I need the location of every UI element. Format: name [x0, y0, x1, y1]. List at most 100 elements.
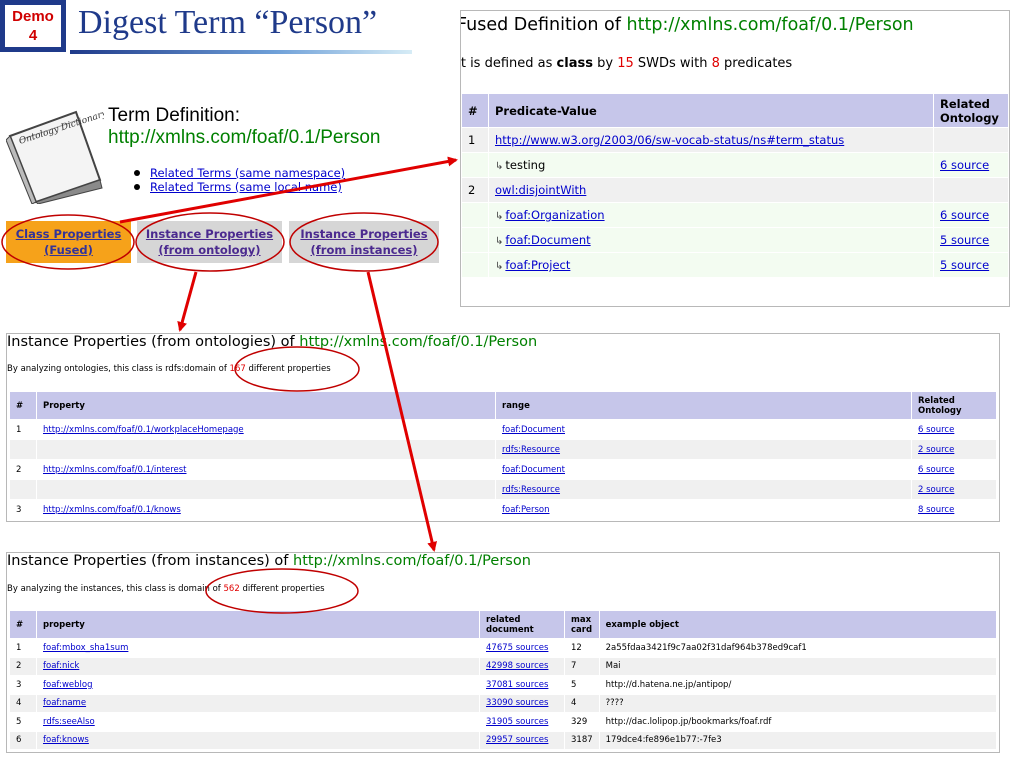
- row-number: [462, 228, 488, 252]
- instance-properties-instances-button[interactable]: Instance Properties (from instances): [289, 221, 439, 263]
- related-terms-namespace-link[interactable]: Related Terms (same namespace): [150, 166, 345, 180]
- summary-class: class: [556, 56, 593, 71]
- source-link[interactable]: 6 source: [940, 158, 989, 172]
- related-terms-list: Related Terms (same namespace) Related T…: [132, 166, 345, 194]
- table-row: ↳ foaf:Organization 6 source: [462, 203, 1008, 227]
- range-cell-link[interactable]: foaf:Person: [502, 505, 550, 515]
- predicate-value-cell: http://www.w3.org/2003/06/sw-vocab-statu…: [489, 128, 933, 152]
- related-ontology-cell-link[interactable]: 6 source: [918, 465, 954, 475]
- range-cell-link[interactable]: rdfs:Resource: [502, 445, 560, 455]
- related-document-cell-link[interactable]: 42998 sources: [486, 661, 548, 671]
- related-document-cell-link[interactable]: 37081 sources: [486, 680, 548, 690]
- related-ontology-cell: 6 source: [934, 153, 1008, 177]
- predicate-value-link[interactable]: foaf:Project: [505, 258, 570, 272]
- property-cell: http://xmlns.com/foaf/0.1/workplaceHomep…: [37, 420, 495, 439]
- range-cell-link[interactable]: foaf:Document: [502, 425, 565, 435]
- demo-badge-line1: Demo: [12, 8, 54, 25]
- related-document-cell-link[interactable]: 31905 sources: [486, 717, 548, 727]
- property-cell-link[interactable]: foaf:mbox_sha1sum: [43, 643, 128, 653]
- related-document-cell: 29957 sources: [480, 731, 564, 749]
- related-ontology-cell: [934, 178, 1008, 202]
- related-terms-local-name-link[interactable]: Related Terms (same local name): [150, 180, 342, 194]
- table-row: 1 http://xmlns.com/foaf/0.1/workplaceHome…: [10, 420, 996, 439]
- range-cell-link[interactable]: foaf:Document: [502, 465, 565, 475]
- row-number: 1: [10, 420, 36, 439]
- related-ontology-cell-link[interactable]: 8 source: [918, 505, 954, 515]
- predicate-value-link[interactable]: foaf:Document: [505, 233, 590, 247]
- predicate-value-text: testing: [505, 158, 546, 172]
- column-header: #: [10, 611, 36, 638]
- predicate-value-link[interactable]: foaf:Organization: [505, 208, 604, 222]
- range-cell: foaf:Person: [496, 500, 911, 519]
- source-link[interactable]: 6 source: [940, 208, 989, 222]
- source-link[interactable]: 5 source: [940, 233, 989, 247]
- related-document-cell: 47675 sources: [480, 639, 564, 657]
- column-header: example object: [599, 611, 996, 638]
- row-number: 1: [10, 639, 36, 657]
- related-document-cell-link[interactable]: 33090 sources: [486, 698, 548, 708]
- property-cell: [37, 440, 495, 459]
- predicate-value-link[interactable]: http://www.w3.org/2003/06/sw-vocab-statu…: [495, 133, 844, 147]
- range-cell: rdfs:Resource: [496, 480, 911, 499]
- predicate-value-cell: ↳ foaf:Organization: [489, 203, 933, 227]
- class-properties-fused-button[interactable]: Class Properties (Fused): [6, 221, 131, 263]
- slide-title: Digest Term “Person”: [78, 4, 378, 41]
- property-cell-link[interactable]: http://xmlns.com/foaf/0.1/interest: [43, 465, 187, 475]
- related-ontology-cell: 6 source: [912, 420, 996, 439]
- summary-text: different properties: [242, 584, 325, 594]
- summary-text: SWDs with: [637, 56, 708, 71]
- range-cell: foaf:Document: [496, 420, 911, 439]
- property-cell-link[interactable]: foaf:nick: [43, 661, 79, 671]
- range-cell: foaf:Document: [496, 460, 911, 479]
- table-row: 6 foaf:knows 29957 sources 3187 179dce4:fe89…: [10, 731, 996, 749]
- property-cell-link[interactable]: rdfs:seeAlso: [43, 717, 95, 727]
- summary-text: By analyzing ontologies, this class is r…: [7, 364, 227, 374]
- row-number: 5: [10, 713, 36, 731]
- row-number: 6: [10, 731, 36, 749]
- summary-text: different properties: [248, 364, 331, 374]
- related-ontology-cell: 6 source: [912, 460, 996, 479]
- predicate-value-cell: owl:disjointWith: [489, 178, 933, 202]
- example-object-cell: http://dac.lolipop.jp/bookmarks/foaf.rdf: [599, 713, 996, 731]
- related-document-cell-link[interactable]: 29957 sources: [486, 735, 548, 745]
- demo-badge-line2: 4: [28, 27, 38, 44]
- predicate-value-link[interactable]: owl:disjointWith: [495, 183, 586, 197]
- row-number: 3: [10, 500, 36, 519]
- instance-properties-ontologies-panel: Instance Properties (from ontologies) of…: [6, 333, 1000, 522]
- property-cell-link[interactable]: http://xmlns.com/foaf/0.1/workplaceHomep…: [43, 425, 244, 435]
- property-cell: foaf:weblog: [37, 676, 479, 694]
- arrow-to-ontology-panel: [177, 271, 198, 332]
- related-ontology-cell-link[interactable]: 2 source: [918, 445, 954, 455]
- table-row: 4 foaf:name 33090 sources 4????: [10, 694, 996, 712]
- table-row: rdfs:Resource 2 source: [10, 440, 996, 459]
- table-row: 2 foaf:nick 42998 sources 7 Mai: [10, 657, 996, 675]
- panel-title: Instance Properties (from instances) of …: [7, 553, 531, 569]
- button-sublabel: (from instances): [310, 243, 418, 257]
- property-cell-link[interactable]: foaf:weblog: [43, 680, 93, 690]
- related-document-cell-link[interactable]: 47675 sources: [486, 643, 548, 653]
- property-cell-link[interactable]: foaf:name: [43, 698, 86, 708]
- property-cell-link[interactable]: http://xmlns.com/foaf/0.1/knows: [43, 505, 181, 515]
- button-label: Instance Properties: [300, 227, 428, 241]
- table-row: 5 rdfs:seeAlso 31905 sources 329 http://dac.…: [10, 713, 996, 731]
- instance-properties-ontology-button[interactable]: Instance Properties (from ontology): [137, 221, 282, 263]
- ontology-properties-table: # Property range Related Ontology 1 http:…: [9, 391, 997, 520]
- dictionary-book-icon: Ontology Dictionary: [6, 109, 104, 204]
- property-cell-link[interactable]: foaf:knows: [43, 735, 89, 745]
- related-ontology-cell-link[interactable]: 6 source: [918, 425, 954, 435]
- related-ontology-cell-link[interactable]: 2 source: [918, 485, 954, 495]
- summary-text: It is defined as: [460, 56, 553, 71]
- row-number: 3: [10, 676, 36, 694]
- title-underline: [70, 50, 412, 54]
- property-cell: foaf:nick: [37, 657, 479, 675]
- row-number: [462, 153, 488, 177]
- demo-badge: Demo 4: [0, 0, 66, 52]
- column-header: #: [462, 94, 488, 127]
- related-document-cell: 31905 sources: [480, 713, 564, 731]
- column-header: #: [10, 392, 36, 419]
- max-card-cell: 12: [565, 639, 599, 657]
- source-link[interactable]: 5 source: [940, 258, 989, 272]
- instance-properties-instances-panel: Instance Properties (from instances) of …: [6, 552, 1000, 753]
- range-cell-link[interactable]: rdfs:Resource: [502, 485, 560, 495]
- max-card-cell: 7: [565, 657, 599, 675]
